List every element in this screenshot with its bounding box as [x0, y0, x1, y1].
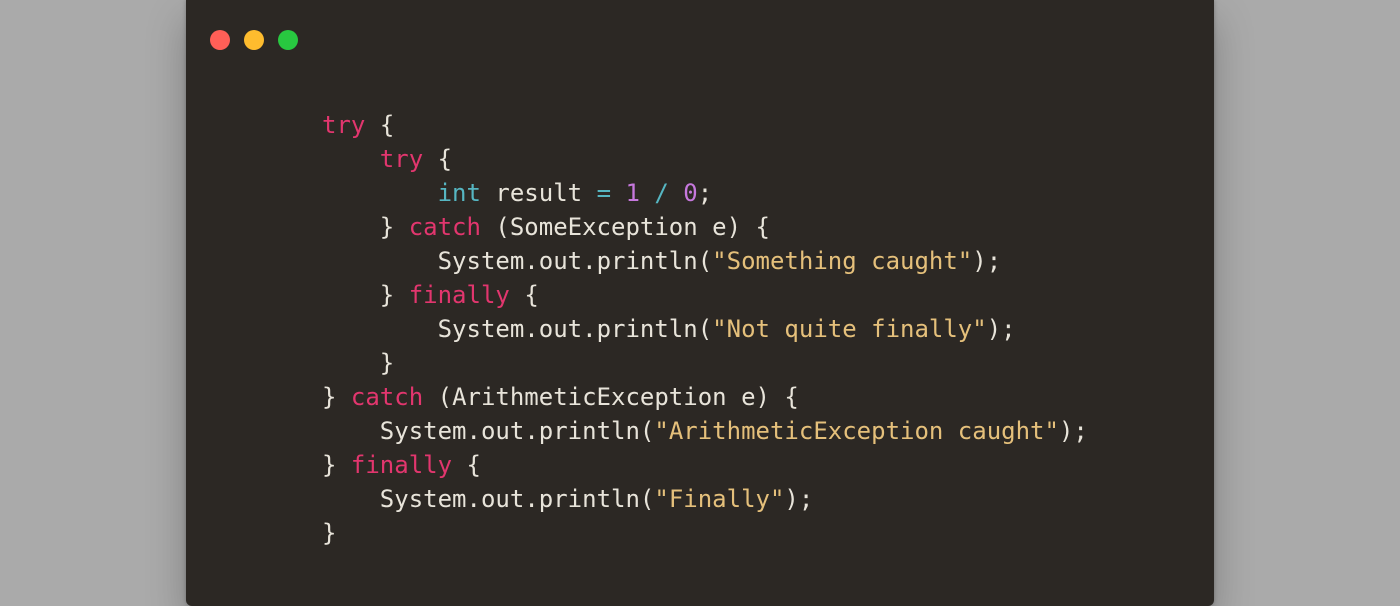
system-call: System — [438, 315, 525, 343]
close-icon[interactable] — [210, 30, 230, 50]
system-call: System — [380, 485, 467, 513]
out-field: out — [539, 315, 582, 343]
semicolon: ; — [1073, 417, 1087, 445]
println-method: println — [597, 315, 698, 343]
brace-open: { — [524, 281, 538, 309]
dot: . — [467, 485, 481, 513]
paren-close: ) — [756, 383, 770, 411]
dot: . — [467, 417, 481, 445]
dot: . — [524, 417, 538, 445]
brace-close: } — [380, 213, 394, 241]
string-literal: "Something caught" — [712, 247, 972, 275]
dot: . — [582, 315, 596, 343]
out-field: out — [481, 417, 524, 445]
semicolon: ; — [698, 179, 712, 207]
string-literal: "ArithmeticException caught" — [654, 417, 1059, 445]
brace-open: { — [784, 383, 798, 411]
outer-catch-keyword: catch — [351, 383, 423, 411]
paren-open: ( — [640, 485, 654, 513]
exception-type: ArithmeticException — [452, 383, 727, 411]
paren-close: ) — [972, 247, 986, 275]
string-literal: "Finally" — [654, 485, 784, 513]
brace-open: { — [467, 451, 481, 479]
outer-finally-keyword: finally — [351, 451, 452, 479]
paren-close: ) — [727, 213, 741, 241]
string-literal: "Not quite finally" — [712, 315, 987, 343]
println-method: println — [539, 417, 640, 445]
println-method: println — [539, 485, 640, 513]
paren-close: ) — [987, 315, 1001, 343]
brace-open: { — [438, 145, 452, 173]
minimize-icon[interactable] — [244, 30, 264, 50]
assign-op: = — [597, 179, 611, 207]
paren-open: ( — [495, 213, 509, 241]
system-call: System — [380, 417, 467, 445]
semicolon: ; — [987, 247, 1001, 275]
outer-try-keyword: try — [322, 111, 365, 139]
paren-open: ( — [698, 247, 712, 275]
brace-close: } — [322, 519, 336, 547]
number-literal: 1 — [625, 179, 639, 207]
code-window: try { try { int result = 1 / 0; } catch … — [186, 0, 1214, 606]
maximize-icon[interactable] — [278, 30, 298, 50]
exception-var: e — [741, 383, 755, 411]
code-block: try { try { int result = 1 / 0; } catch … — [322, 108, 1088, 550]
paren-close: ) — [784, 485, 798, 513]
brace-close: } — [322, 383, 336, 411]
dot: . — [524, 315, 538, 343]
inner-try-keyword: try — [380, 145, 423, 173]
var-name: result — [495, 179, 582, 207]
paren-open: ( — [698, 315, 712, 343]
inner-finally-keyword: finally — [409, 281, 510, 309]
brace-close: } — [380, 281, 394, 309]
paren-open: ( — [640, 417, 654, 445]
out-field: out — [481, 485, 524, 513]
number-literal: 0 — [683, 179, 697, 207]
dot: . — [582, 247, 596, 275]
println-method: println — [597, 247, 698, 275]
exception-type: SomeException — [510, 213, 698, 241]
system-call: System — [438, 247, 525, 275]
semicolon: ; — [1001, 315, 1015, 343]
inner-catch-keyword: catch — [409, 213, 481, 241]
brace-close: } — [380, 349, 394, 377]
out-field: out — [539, 247, 582, 275]
paren-close: ) — [1059, 417, 1073, 445]
brace-open: { — [756, 213, 770, 241]
paren-open: ( — [438, 383, 452, 411]
type-keyword: int — [438, 179, 481, 207]
exception-var: e — [712, 213, 726, 241]
dot: . — [524, 485, 538, 513]
dot: . — [524, 247, 538, 275]
brace-close: } — [322, 451, 336, 479]
window-traffic-lights — [210, 30, 298, 50]
brace-open: { — [380, 111, 394, 139]
semicolon: ; — [799, 485, 813, 513]
divide-op: / — [654, 179, 668, 207]
